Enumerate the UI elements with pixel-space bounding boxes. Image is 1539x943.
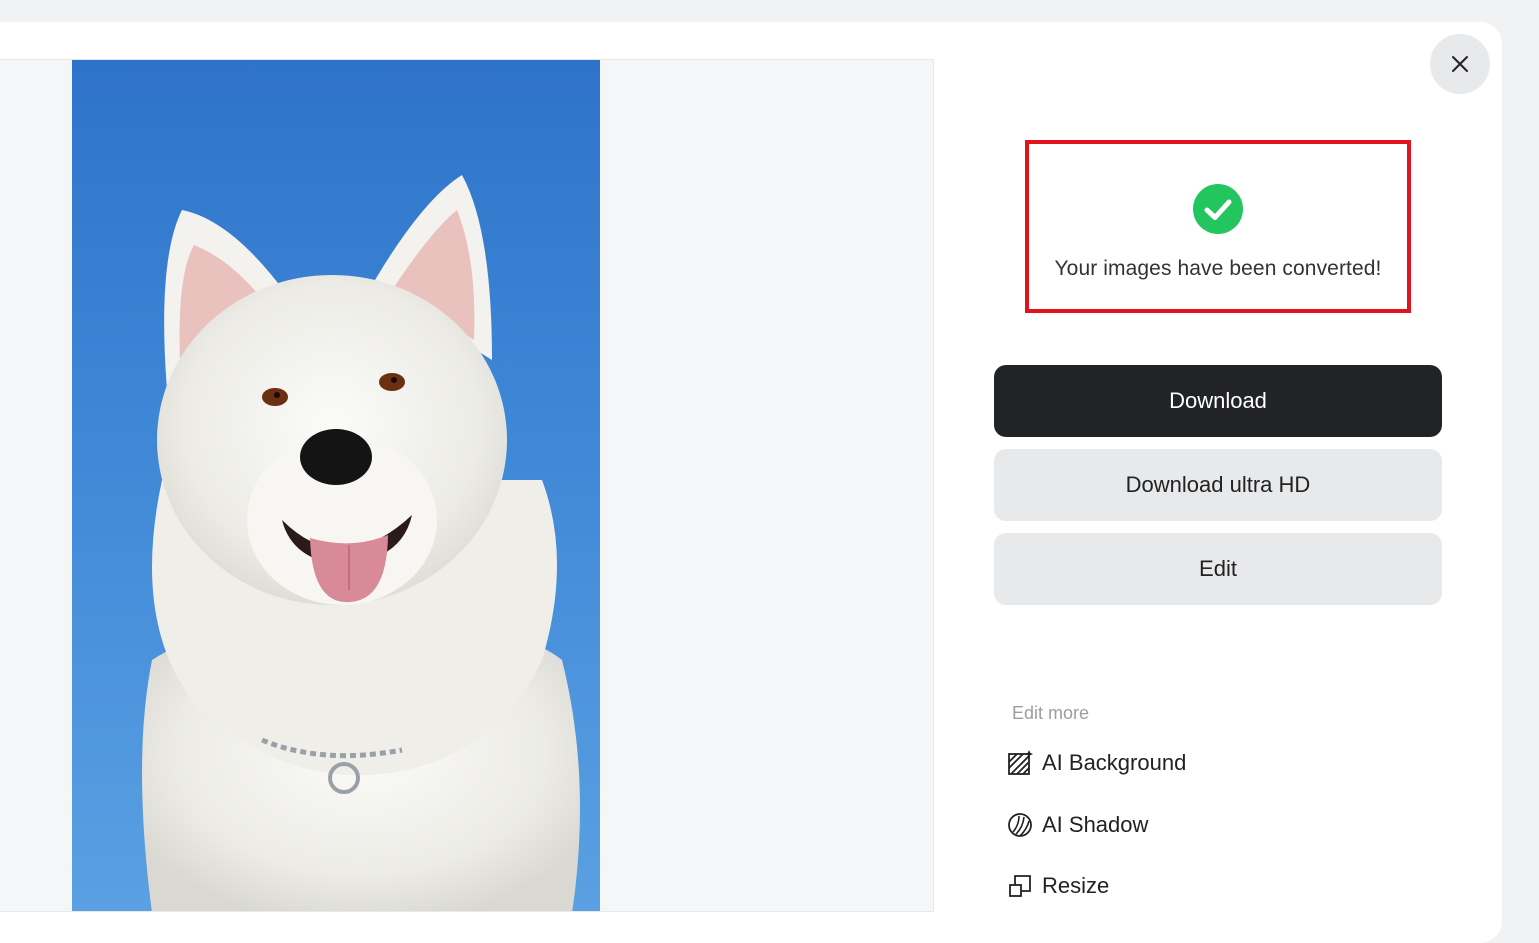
resize-icon <box>1009 875 1031 897</box>
result-modal: Your images have been converted! Downloa… <box>0 22 1502 943</box>
resize-option[interactable]: Resize <box>1007 869 1109 903</box>
ai-shadow-label: AI Shadow <box>1042 812 1149 837</box>
download-ultra-hd-button[interactable]: Download ultra HD <box>994 449 1442 521</box>
success-message: Your images have been converted! <box>1054 257 1382 280</box>
download-button[interactable]: Download <box>994 365 1442 437</box>
conversion-success-panel: Your images have been converted! <box>1025 140 1411 313</box>
edit-button[interactable]: Edit <box>994 533 1442 605</box>
converted-image-preview <box>72 60 600 911</box>
close-button[interactable] <box>1430 34 1490 94</box>
ai-background-option[interactable]: AI Background <box>1007 746 1186 780</box>
ai-shadow-option[interactable]: AI Shadow <box>1007 808 1148 842</box>
edit-more-heading: Edit more <box>1012 703 1090 723</box>
check-circle-icon <box>1193 184 1243 234</box>
ai-background-label: AI Background <box>1042 750 1187 775</box>
resize-label: Resize <box>1042 873 1110 898</box>
dog-photo <box>142 175 580 911</box>
ai-shadow-icon <box>1008 813 1032 837</box>
image-preview-area <box>0 59 934 912</box>
ai-background-icon <box>1008 750 1033 775</box>
close-icon <box>1452 56 1468 72</box>
